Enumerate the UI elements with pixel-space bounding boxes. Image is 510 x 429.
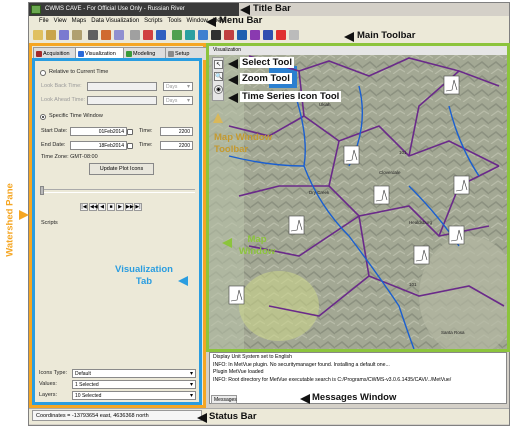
watershed-pane-callout-box: Watershed Pane — [1, 150, 19, 290]
title-bar-arrow — [240, 5, 250, 15]
map-window-highlight — [206, 43, 510, 352]
tsdata-icon[interactable] — [237, 30, 247, 40]
map-toolbar-arrow — [213, 113, 223, 123]
window-title: CWMS CAVE - For Official Use Only - Russ… — [45, 6, 185, 12]
tools-icon[interactable] — [143, 30, 153, 40]
visualization-tab-arrow — [178, 276, 188, 286]
tab-modeling-label: Modeling — [133, 51, 156, 57]
menu-maps[interactable]: Maps — [72, 16, 87, 27]
menu-data-visualization[interactable]: Data Visualization — [91, 16, 139, 27]
acquisition-icon — [36, 51, 42, 57]
main-toolbar — [29, 27, 509, 44]
status-bar-callout: Status Bar — [209, 411, 257, 422]
open-icon[interactable] — [46, 30, 56, 40]
title-bar[interactable]: CWMS CAVE - For Official Use Only - Russ… — [29, 3, 239, 16]
message-line: INFO: Root directory for MetVue executab… — [213, 376, 452, 383]
watershed-pane-callout: Watershed Pane — [4, 183, 16, 257]
main-toolbar-callout: Main Toolbar — [357, 30, 416, 41]
visualization-tab-callout: Visualization Tab — [115, 264, 173, 287]
select-tool-callout: Select Tool — [240, 57, 294, 68]
title-bar-callout: Title Bar — [253, 3, 291, 14]
menu-file[interactable]: File — [39, 16, 49, 27]
dollar-icon[interactable] — [250, 30, 260, 40]
menu-view[interactable]: View — [54, 16, 67, 27]
zoom-tool-callout: Zoom Tool — [240, 73, 292, 84]
print-icon[interactable] — [88, 30, 98, 40]
graph-icon[interactable] — [156, 30, 166, 40]
plot-icon[interactable] — [263, 30, 273, 40]
tab-acquisition-label: Acquisition — [43, 51, 70, 57]
ts-icon-tool-callout: Time Series Icon Tool — [240, 91, 342, 102]
main-toolbar-arrow — [344, 32, 354, 42]
message-line: Plugin MetVue loaded — [213, 369, 264, 375]
copy-icon[interactable] — [114, 30, 124, 40]
modeling-icon — [126, 51, 132, 57]
menu-bar-callout: Menu Bar — [219, 15, 263, 26]
messages-window-arrow — [300, 394, 310, 404]
setup-icon — [168, 51, 174, 57]
tab-visualization-label: Visualization — [85, 51, 116, 57]
properties-icon[interactable] — [130, 30, 140, 40]
menu-tools[interactable]: Tools — [168, 16, 182, 27]
folder-icon[interactable] — [72, 30, 82, 40]
menu-scripts[interactable]: Scripts — [144, 16, 162, 27]
watershed-pane-arrow — [19, 210, 29, 220]
menu-window[interactable]: Window — [187, 16, 208, 27]
map-window-toolbar-callout: Map Window Toolbar — [214, 132, 272, 155]
visualization-icon — [78, 51, 84, 57]
zoom-tool-arrow — [228, 75, 238, 85]
menu-bar: File View Maps Data Visualization Script… — [29, 16, 509, 27]
new-icon[interactable] — [33, 30, 43, 40]
cut-icon[interactable] — [101, 30, 111, 40]
app-icon — [31, 5, 41, 14]
tab-setup-label: Setup — [175, 51, 190, 57]
message-line: INFO: In MetVue plugin. No securitymanag… — [213, 361, 390, 368]
messages-window-callout: Messages Window — [312, 392, 397, 403]
message-line: Display Unit System set to English — [213, 354, 292, 360]
play-icon[interactable] — [289, 30, 299, 40]
chart-icon[interactable] — [185, 30, 195, 40]
pointer-icon[interactable] — [211, 30, 221, 40]
select-tool-arrow — [228, 59, 238, 69]
ts-icon-tool-arrow — [228, 93, 238, 103]
map-icon[interactable] — [172, 30, 182, 40]
messages-tab[interactable]: Messages — [211, 395, 237, 404]
triangle-icon[interactable] — [276, 30, 286, 40]
status-coordinates: Coordinates = -13793654 east, 4636368 no… — [32, 410, 202, 421]
status-bar-arrow — [197, 413, 207, 423]
visualization-tab-highlight — [32, 58, 202, 405]
table-icon[interactable] — [198, 30, 208, 40]
stop-icon[interactable] — [224, 30, 234, 40]
map-window-arrow — [222, 238, 232, 248]
menu-bar-arrow — [206, 17, 216, 27]
map-window-callout: Map Window — [238, 234, 276, 257]
save-icon[interactable] — [59, 30, 69, 40]
